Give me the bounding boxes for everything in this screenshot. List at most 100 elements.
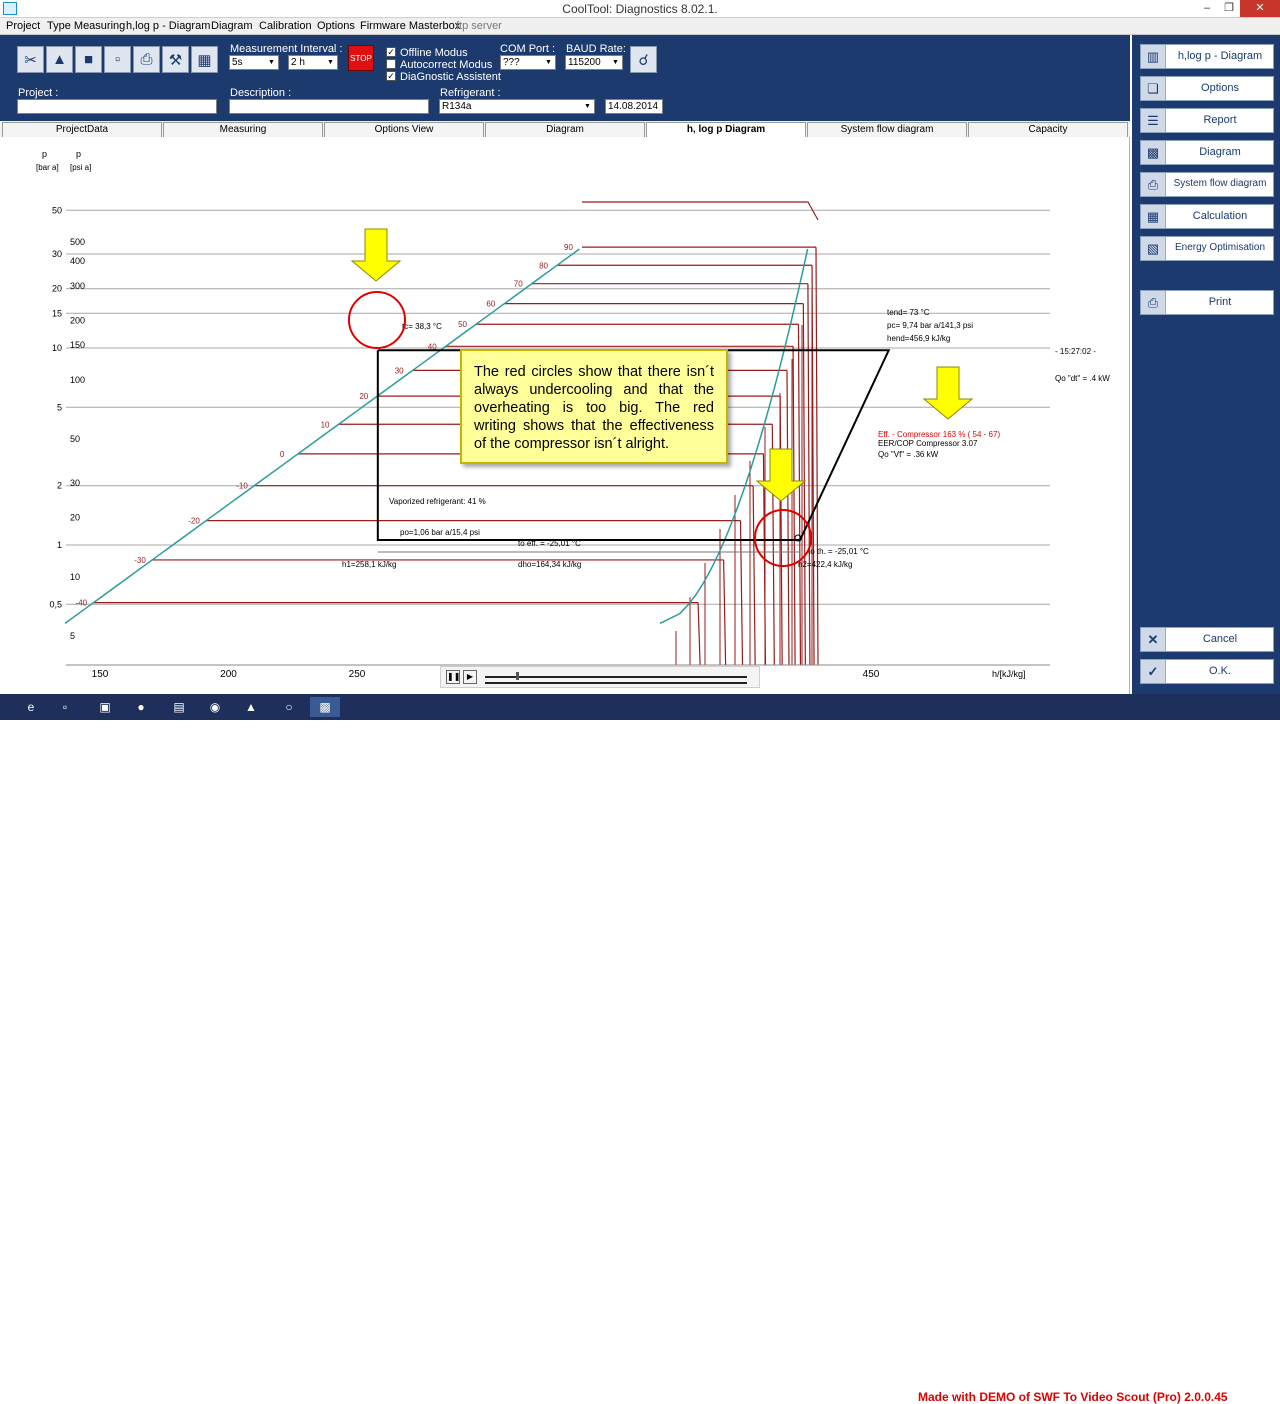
tab-bar: ProjectData Measuring Options View Diagr… — [0, 121, 1130, 137]
side-panel: ▥ h,log p - Diagram ❏ Options ☰ Report ▩ Dia… — [1132, 35, 1280, 694]
description-input[interactable] — [229, 99, 429, 114]
interval-select-1[interactable]: 5s ▼ — [229, 55, 279, 70]
cancel-icon: ✕ — [1141, 628, 1166, 651]
menu-hlogp-diagram[interactable]: h,log p - Diagram — [126, 20, 210, 32]
tab-diagram[interactable]: Diagram — [485, 122, 645, 137]
seek-handle[interactable] — [516, 672, 519, 680]
x-tick-label: 250 — [349, 669, 366, 680]
psi-tick-label: 150 — [70, 340, 85, 350]
side-hlogp-diagram-button[interactable]: ▥ h,log p - Diagram — [1140, 44, 1274, 69]
side-energy-button[interactable]: ▧ Energy Optimisation — [1140, 236, 1274, 261]
psi-tick-label: 50 — [70, 434, 80, 444]
tab-options-view[interactable]: Options View — [324, 122, 484, 137]
calculator-icon: ▦ — [1141, 205, 1166, 228]
baud-select[interactable]: 115200 ▼ — [565, 55, 623, 70]
menu-ftp-server[interactable]: ftp server — [456, 20, 502, 32]
bar-tick-label: 30 — [52, 249, 62, 259]
menu-project[interactable]: Project — [6, 20, 40, 32]
cooltool-taskbar-icon[interactable]: ▩ — [310, 697, 340, 717]
cancel-button[interactable]: ✕ Cancel — [1140, 627, 1274, 652]
eff-annotation: Eff. - Compressor 163 % ( 54 - 67) — [878, 430, 1000, 439]
tab-measuring[interactable]: Measuring — [163, 122, 323, 137]
side-system-flow-button[interactable]: ⎙ System flow diagram — [1140, 172, 1274, 197]
app-icon-1[interactable]: ▣ — [90, 697, 120, 717]
isotherm-vapor-4 — [797, 324, 802, 666]
autocorrect-checkbox[interactable] — [386, 59, 396, 69]
grid-icon[interactable]: ▦ — [191, 46, 218, 73]
print-icon: ⎙ — [1141, 291, 1166, 314]
isotherm-label: -30 — [134, 556, 146, 565]
tools-icon[interactable]: ⚒ — [162, 46, 189, 73]
side-options-button[interactable]: ❏ Options — [1140, 76, 1274, 101]
h2-annotation: h2=422,4 kJ/kg — [798, 560, 852, 569]
psi-tick-label: 30 — [70, 478, 80, 488]
volume-bar[interactable] — [485, 682, 747, 684]
title-bar: CoolTool: Diagnostics 8.02.1. – ❐ ✕ — [0, 0, 1280, 18]
firefox-icon[interactable]: ◉ — [200, 697, 230, 717]
minimize-icon[interactable]: – — [1196, 0, 1218, 17]
side-report-button[interactable]: ☰ Report — [1140, 108, 1274, 133]
isotherm-label: 60 — [486, 300, 495, 309]
menu-bar: Project Type Measuring h,log p - Diagram… — [0, 18, 1280, 35]
assistant-checkbox[interactable]: ✓ — [386, 71, 396, 81]
tab-projectdata[interactable]: ProjectData — [2, 122, 162, 137]
date-field[interactable]: 14.08.2014 — [605, 99, 663, 114]
isotherm-vapor-0 — [815, 247, 819, 666]
side-print-button[interactable]: ⎙ Print — [1140, 290, 1274, 315]
hend-annotation: hend=456,9 kJ/kg — [887, 334, 950, 343]
project-input[interactable] — [17, 99, 217, 114]
refrigerant-select[interactable]: R134a ▼ — [439, 99, 595, 114]
close-icon[interactable]: ✕ — [1240, 0, 1280, 17]
menu-calibration[interactable]: Calibration — [259, 20, 312, 32]
tab-system-flow[interactable]: System flow diagram — [807, 122, 967, 137]
refrigerant-label: Refrigerant : — [440, 87, 501, 99]
x-tick-label: 200 — [220, 669, 237, 680]
menu-type-measuring[interactable]: Type Measuring — [47, 20, 125, 32]
bar-tick-label: 20 — [52, 284, 62, 294]
app-icon-3[interactable]: ▤ — [164, 697, 194, 717]
app-icon-2[interactable]: ● — [126, 697, 156, 717]
pause-icon[interactable]: ❚❚ — [446, 670, 460, 684]
side-calculation-button[interactable]: ▦ Calculation — [1140, 204, 1274, 229]
bar-tick-label: 1 — [57, 540, 62, 550]
stop-button[interactable]: STOP — [348, 45, 374, 71]
isotherm-label: 30 — [395, 366, 404, 375]
explanation-callout: The red circles show that there isn´t al… — [460, 349, 728, 464]
isotherm-vapor-10 — [752, 485, 756, 666]
interval-select-2[interactable]: 2 h ▼ — [288, 55, 338, 70]
bar-tick-label: 0,5 — [49, 599, 62, 609]
isotherm-vapor-11 — [739, 520, 744, 666]
folder-icon[interactable]: ▫ — [104, 46, 131, 73]
taskbar: e ▫ ▣ ● ▤ ◉ ▲ ○ ▩ Made with DEMO of SWF … — [0, 694, 1280, 1404]
qo-vf-annotation: Qo "Vf" = .36 kW — [878, 450, 939, 459]
description-label: Description : — [230, 87, 292, 99]
side-diagram-button[interactable]: ▩ Diagram — [1140, 140, 1274, 165]
bar-tick-label: 5 — [57, 402, 62, 412]
com-port-select[interactable]: ??? ▼ — [500, 55, 556, 70]
menu-firmware[interactable]: Firmware Masterbox — [360, 20, 460, 32]
offline-checkbox[interactable]: ✓ — [386, 47, 396, 57]
explorer-icon[interactable]: ▫ — [50, 697, 80, 717]
save-icon[interactable]: ■ — [75, 46, 102, 73]
scissors-icon[interactable]: ✂ — [17, 46, 44, 73]
isotherm-label: 90 — [564, 243, 573, 252]
tab-hlogp-diagram[interactable]: h, log p Diagram — [646, 122, 806, 137]
menu-diagram[interactable]: Diagram — [211, 20, 253, 32]
menu-options[interactable]: Options — [317, 20, 355, 32]
restore-icon[interactable]: ❐ — [1218, 0, 1240, 17]
printer-icon[interactable]: ⎙ — [133, 46, 160, 73]
isotherm-label: -40 — [76, 599, 88, 608]
ie-icon[interactable]: e — [16, 697, 46, 717]
tab-capacity[interactable]: Capacity — [968, 122, 1128, 137]
ok-button[interactable]: ✓ O.K. — [1140, 659, 1274, 684]
seek-bar[interactable] — [485, 676, 747, 678]
baud-label: BAUD Rate: — [566, 43, 626, 55]
step-icon[interactable]: ▶ — [463, 670, 477, 684]
upload-icon[interactable]: ▲ — [46, 46, 73, 73]
search-icon[interactable]: ☌ — [630, 46, 657, 73]
isotherm-label: 20 — [359, 392, 368, 401]
options-icon: ❏ — [1141, 77, 1166, 100]
arrow-efficiency — [922, 366, 974, 420]
app-icon-4[interactable]: ▲ — [236, 697, 266, 717]
app-icon-5[interactable]: ○ — [274, 697, 304, 717]
